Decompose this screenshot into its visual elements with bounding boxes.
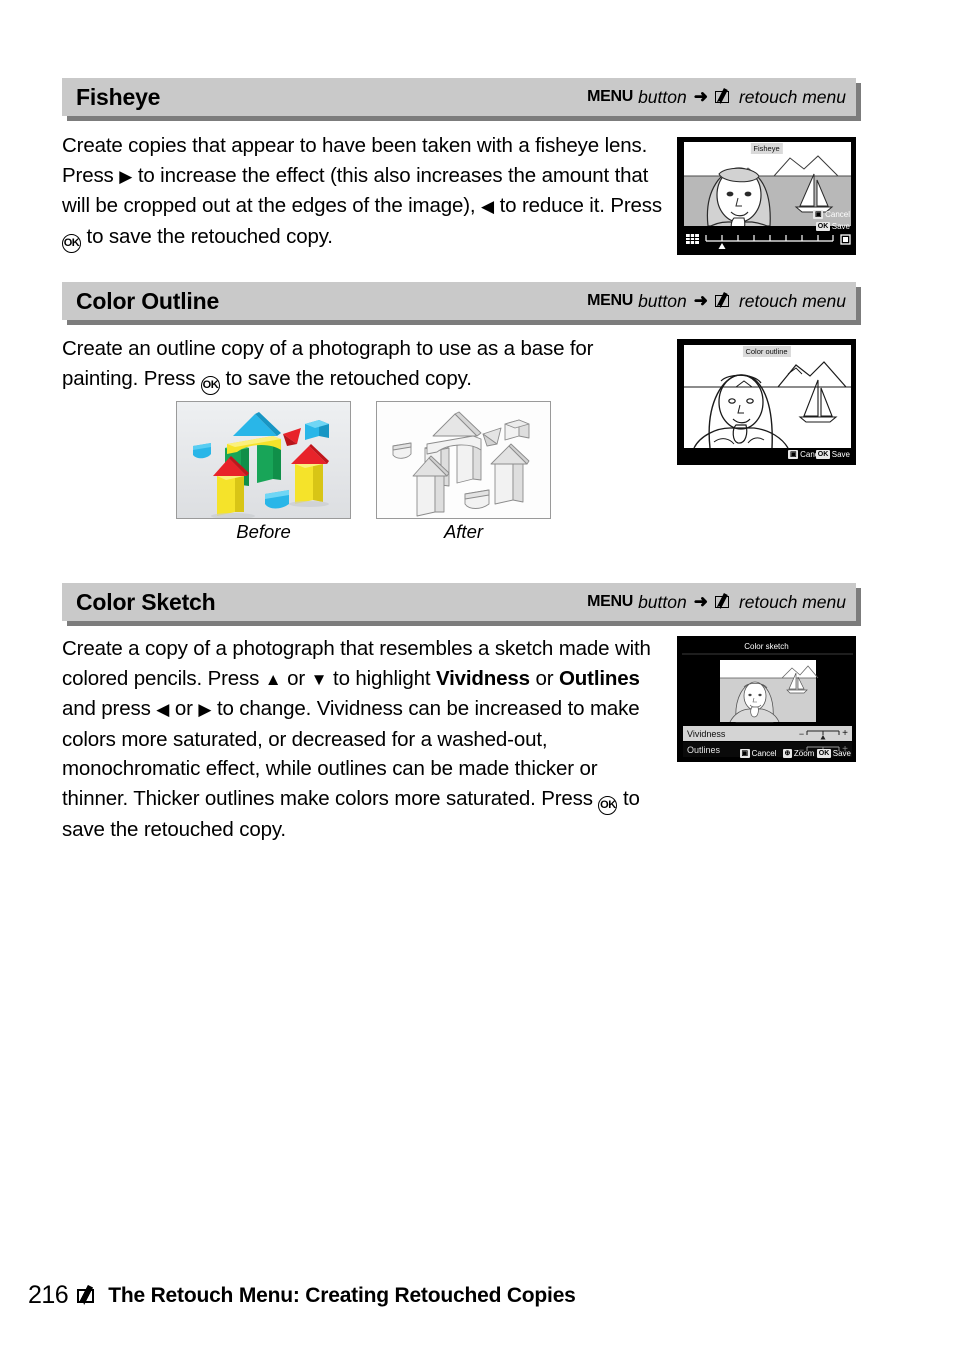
section-title: Color Sketch bbox=[76, 588, 216, 615]
cancel-badge[interactable]: ▣ Cancel bbox=[740, 749, 777, 758]
ok-button-icon: OK bbox=[816, 450, 830, 459]
color-blocks-outline-sketch bbox=[377, 402, 550, 518]
save-badge[interactable]: OK Save bbox=[816, 222, 850, 231]
section-title: Fisheye bbox=[76, 83, 161, 110]
cancel-label: Cancel bbox=[751, 749, 777, 758]
fisheye-screen: Fisheye ▣ Cancel OK Save bbox=[677, 137, 856, 255]
menu-path: MENU button ➜ retouch menu bbox=[587, 291, 846, 312]
section-fisheye: Fisheye MENU button ➜ retouch menu bbox=[62, 78, 856, 116]
fisheye-screen-title: Fisheye bbox=[750, 143, 783, 154]
save-label: Save bbox=[831, 222, 850, 231]
retouch-menu-icon bbox=[714, 89, 733, 105]
color-sketch-screen: Color sketch Vividness − + Outlines − + … bbox=[677, 636, 856, 762]
vividness-slider[interactable]: − + bbox=[799, 728, 848, 740]
playback-button-icon: ▣ bbox=[813, 210, 824, 219]
button-word: button bbox=[638, 290, 687, 311]
plus-icon[interactable]: + bbox=[842, 728, 848, 739]
menu-path: MENU button ➜ retouch menu bbox=[587, 87, 846, 108]
zoom-button-icon: ⊕ bbox=[783, 749, 792, 758]
section-color-sketch: Color Sketch MENU button ➜ retouch menu bbox=[62, 583, 856, 621]
ok-button-icon: OK bbox=[816, 222, 830, 231]
fisheye-description: Create copies that appear to have been t… bbox=[62, 131, 662, 253]
menu-target-label: retouch menu bbox=[738, 591, 846, 612]
menu-target-label: retouch menu bbox=[738, 86, 846, 107]
before-example-photo bbox=[176, 401, 351, 519]
section-header-color-sketch: Color Sketch MENU button ➜ retouch menu bbox=[62, 583, 856, 621]
color-outline-screen: Color outline ▣ Cancel OK Save bbox=[677, 339, 856, 465]
arrow-right-icon: ➜ bbox=[693, 291, 708, 310]
color-blocks-photo bbox=[177, 402, 350, 518]
retouch-menu-icon bbox=[77, 1286, 99, 1305]
vividness-scale bbox=[806, 730, 840, 739]
color-sketch-description: Create a copy of a photograph that resem… bbox=[62, 637, 651, 841]
arrow-right-icon: ➜ bbox=[693, 592, 708, 611]
section-title: Color Outline bbox=[76, 287, 220, 314]
menu-target-label: retouch menu bbox=[738, 290, 846, 311]
button-word: button bbox=[638, 591, 687, 612]
button-word: button bbox=[638, 86, 687, 107]
thumbnail-grid-icon bbox=[686, 234, 699, 244]
playback-button-icon: ▣ bbox=[788, 450, 799, 459]
save-label: Save bbox=[831, 450, 850, 459]
color-outline-screen-title: Color outline bbox=[742, 346, 791, 357]
retouch-menu-icon bbox=[714, 293, 733, 309]
after-caption: After bbox=[443, 521, 484, 542]
cancel-badge[interactable]: ▣ Cancel bbox=[813, 210, 850, 219]
section-header-color-outline: Color Outline MENU button ➜ retouch menu bbox=[62, 282, 856, 320]
save-label: Save bbox=[832, 749, 851, 758]
page-number: 216 bbox=[28, 1281, 69, 1309]
menu-button-label: MENU bbox=[587, 88, 634, 105]
footer-title: The Retouch Menu: Creating Retouched Cop… bbox=[108, 1283, 576, 1307]
save-badge[interactable]: OK Save bbox=[817, 749, 851, 758]
retouch-menu-icon bbox=[714, 594, 733, 610]
vividness-label: Vividness bbox=[687, 728, 726, 739]
menu-button-label: MENU bbox=[587, 292, 634, 309]
color-sketch-screen-title: Color sketch bbox=[744, 642, 789, 651]
save-badge[interactable]: OK Save bbox=[816, 450, 850, 459]
section-color-outline: Color Outline MENU button ➜ retouch menu bbox=[62, 282, 856, 320]
menu-button-label: MENU bbox=[587, 593, 634, 610]
outlines-label: Outlines bbox=[687, 744, 721, 755]
zoom-badge[interactable]: ⊕ Zoom bbox=[783, 749, 814, 758]
playback-button-icon: ▣ bbox=[740, 749, 750, 758]
vividness-row[interactable]: Vividness − + bbox=[683, 726, 852, 741]
ok-button-icon: OK bbox=[817, 749, 831, 758]
color-outline-preview-image bbox=[684, 345, 851, 449]
color-outline-description: Create an outline copy of a photograph t… bbox=[62, 334, 662, 395]
cancel-label: Cancel bbox=[825, 210, 850, 219]
manual-page: Fisheye MENU button ➜ retouch menu Creat… bbox=[0, 0, 954, 1352]
zoom-label: Zoom bbox=[793, 749, 815, 758]
menu-path: MENU button ➜ retouch menu bbox=[587, 592, 846, 613]
section-header-fisheye: Fisheye MENU button ➜ retouch menu bbox=[62, 78, 856, 116]
arrow-right-icon: ➜ bbox=[693, 87, 708, 106]
minus-icon[interactable]: − bbox=[799, 729, 804, 739]
before-caption: Before bbox=[236, 521, 291, 542]
after-example-photo bbox=[376, 401, 551, 519]
page-footer: 216 The Retouch Menu: Creating Retouched… bbox=[28, 1281, 576, 1310]
